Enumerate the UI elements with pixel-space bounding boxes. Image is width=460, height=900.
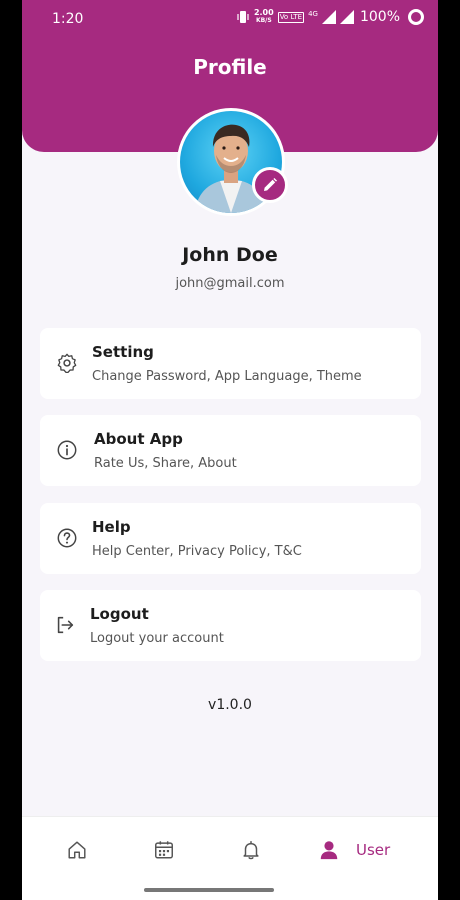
net-speed: 2.00 KB/S (254, 9, 274, 25)
user-email: john@gmail.com (175, 276, 285, 291)
edit-avatar-button[interactable] (252, 167, 288, 203)
net-speed-unit: KB/S (255, 17, 272, 24)
status-bar: 1:20 2.00 KB/S Vo LTE 4G 100% (22, 0, 438, 40)
menu-title: Logout (90, 605, 149, 623)
net-speed-value: 2.00 (253, 8, 274, 17)
nav-user[interactable]: User (318, 839, 390, 861)
menu-card-logout[interactable]: Logout Logout your account (40, 590, 421, 661)
battery-icon (408, 9, 424, 25)
info-icon (57, 440, 77, 460)
app-version: v1.0.0 (208, 697, 252, 713)
profile-screen: 1:20 2.00 KB/S Vo LTE 4G 100% Profile Jo… (22, 0, 438, 900)
menu-subtitle: Logout your account (90, 631, 224, 646)
menu-card-help[interactable]: Help Help Center, Privacy Policy, T&C (40, 503, 421, 574)
nav-calendar[interactable] (153, 839, 175, 861)
home-indicator[interactable] (144, 888, 274, 892)
pencil-icon (264, 178, 277, 191)
signal-icon-2 (339, 10, 354, 24)
vibrate-icon (237, 11, 249, 23)
network-type: 4G (308, 10, 318, 18)
logout-icon (57, 616, 74, 634)
gear-icon (57, 353, 77, 373)
menu-subtitle: Rate Us, Share, About (94, 456, 237, 471)
user-icon (320, 841, 338, 860)
help-icon (57, 528, 77, 548)
menu-card-setting[interactable]: Setting Change Password, App Language, T… (40, 328, 421, 399)
menu-title: Setting (92, 343, 154, 361)
battery-level: 100% (359, 9, 400, 25)
status-icons: 2.00 KB/S Vo LTE 4G 100% (236, 9, 424, 25)
volte-badge: Vo LTE (277, 11, 305, 23)
nav-user-label: User (356, 841, 391, 859)
menu-title: About App (94, 430, 183, 448)
status-time: 1:20 (52, 11, 84, 27)
nav-home[interactable] (66, 839, 88, 861)
page-title: Profile (193, 55, 267, 79)
nav-notifications[interactable] (240, 839, 262, 861)
menu-subtitle: Help Center, Privacy Policy, T&C (92, 544, 302, 559)
signal-icon (321, 10, 336, 24)
calendar-icon (155, 841, 173, 859)
home-icon (68, 841, 86, 859)
user-name: John Doe (182, 244, 278, 266)
menu-title: Help (92, 518, 131, 536)
menu-card-about-app[interactable]: About App Rate Us, Share, About (40, 415, 421, 486)
bell-icon (243, 841, 259, 860)
menu-subtitle: Change Password, App Language, Theme (92, 369, 362, 384)
